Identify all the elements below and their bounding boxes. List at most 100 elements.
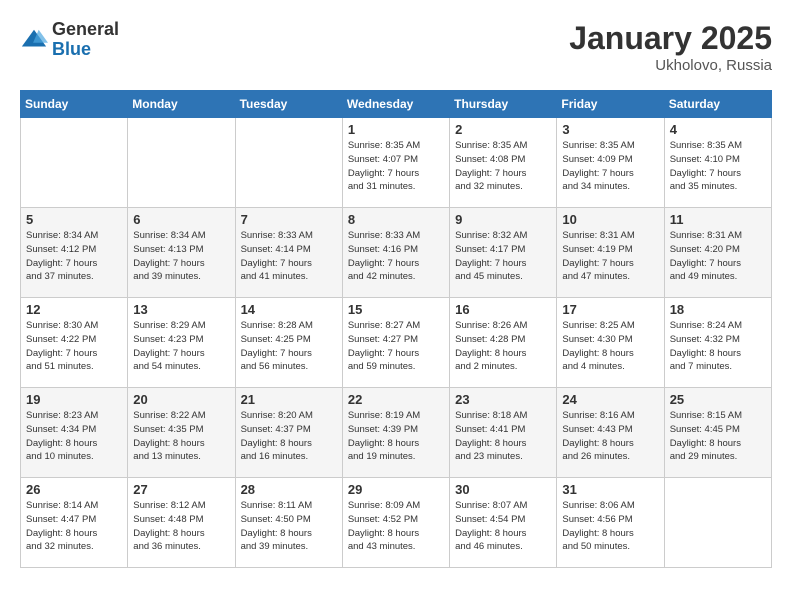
day-number: 25: [670, 392, 766, 407]
logo-general-text: General: [52, 20, 119, 40]
day-number: 16: [455, 302, 551, 317]
calendar-day-cell: 9Sunrise: 8:32 AMSunset: 4:17 PMDaylight…: [450, 208, 557, 298]
calendar-week-row: 26 Sunrise: 8:14 AMSunset: 4:47 PMDayligh…: [21, 478, 772, 568]
day-number: 24: [562, 392, 658, 407]
calendar-day-cell: 1 Sunrise: 8:35 AMSunset: 4:07 PMDaylight…: [342, 118, 449, 208]
calendar-day-cell: 5Sunrise: 8:34 AMSunset: 4:12 PMDaylight…: [21, 208, 128, 298]
day-number: 15: [348, 302, 444, 317]
day-info: Sunrise: 8:25 AMSunset: 4:30 PMDaylight:…: [562, 319, 658, 374]
day-info: Sunrise: 8:23 AMSunset: 4:34 PMDaylight:…: [26, 409, 122, 464]
calendar-week-row: 12Sunrise: 8:30 AMSunset: 4:22 PMDayligh…: [21, 298, 772, 388]
day-info: Sunrise: 8:30 AMSunset: 4:22 PMDaylight:…: [26, 319, 122, 374]
day-info: Sunrise: 8:35 AMSunset: 4:09 PMDaylight:…: [562, 139, 658, 194]
calendar-day-cell: 27 Sunrise: 8:12 AMSunset: 4:48 PMDayligh…: [128, 478, 235, 568]
day-info: Sunrise: 8:35 AMSunset: 4:08 PMDaylight:…: [455, 139, 551, 194]
day-info: Sunrise: 8:35 AMSunset: 4:07 PMDaylight:…: [348, 139, 444, 194]
calendar-day-cell: [664, 478, 771, 568]
calendar-day-cell: 24Sunrise: 8:16 AMSunset: 4:43 PMDayligh…: [557, 388, 664, 478]
calendar-day-cell: 6 Sunrise: 8:34 AMSunset: 4:13 PMDaylight…: [128, 208, 235, 298]
calendar-day-header: Saturday: [664, 91, 771, 118]
day-info: Sunrise: 8:34 AMSunset: 4:13 PMDaylight:…: [133, 229, 229, 284]
title-block: January 2025 Ukholovo, Russia: [569, 20, 772, 74]
day-info: Sunrise: 8:11 AMSunset: 4:50 PMDaylight:…: [241, 499, 337, 554]
calendar-day-cell: 15 Sunrise: 8:27 AMSunset: 4:27 PMDayligh…: [342, 298, 449, 388]
calendar-day-cell: 10Sunrise: 8:31 AMSunset: 4:19 PMDayligh…: [557, 208, 664, 298]
day-number: 8: [348, 212, 444, 227]
day-info: Sunrise: 8:28 AMSunset: 4:25 PMDaylight:…: [241, 319, 337, 374]
month-title: January 2025: [569, 20, 772, 57]
calendar-day-cell: 14 Sunrise: 8:28 AMSunset: 4:25 PMDayligh…: [235, 298, 342, 388]
day-number: 1: [348, 122, 444, 137]
calendar-day-cell: 18 Sunrise: 8:24 AMSunset: 4:32 PMDayligh…: [664, 298, 771, 388]
calendar-day-cell: 29Sunrise: 8:09 AMSunset: 4:52 PMDayligh…: [342, 478, 449, 568]
calendar-day-cell: 21 Sunrise: 8:20 AMSunset: 4:37 PMDayligh…: [235, 388, 342, 478]
calendar-day-cell: 22Sunrise: 8:19 AMSunset: 4:39 PMDayligh…: [342, 388, 449, 478]
calendar-day-cell: 25 Sunrise: 8:15 AMSunset: 4:45 PMDayligh…: [664, 388, 771, 478]
calendar-day-cell: 30 Sunrise: 8:07 AMSunset: 4:54 PMDayligh…: [450, 478, 557, 568]
day-info: Sunrise: 8:07 AMSunset: 4:54 PMDaylight:…: [455, 499, 551, 554]
day-info: Sunrise: 8:24 AMSunset: 4:32 PMDaylight:…: [670, 319, 766, 374]
day-info: Sunrise: 8:32 AMSunset: 4:17 PMDaylight:…: [455, 229, 551, 284]
calendar-day-cell: [21, 118, 128, 208]
day-info: Sunrise: 8:34 AMSunset: 4:12 PMDaylight:…: [26, 229, 122, 284]
day-number: 19: [26, 392, 122, 407]
day-number: 27: [133, 482, 229, 497]
calendar-header-row: SundayMondayTuesdayWednesdayThursdayFrid…: [21, 91, 772, 118]
page-header: General Blue January 2025 Ukholovo, Russ…: [20, 20, 772, 74]
day-info: Sunrise: 8:19 AMSunset: 4:39 PMDaylight:…: [348, 409, 444, 464]
day-number: 2: [455, 122, 551, 137]
calendar-day-header: Thursday: [450, 91, 557, 118]
day-number: 30: [455, 482, 551, 497]
day-number: 28: [241, 482, 337, 497]
day-info: Sunrise: 8:27 AMSunset: 4:27 PMDaylight:…: [348, 319, 444, 374]
calendar-day-cell: 13 Sunrise: 8:29 AMSunset: 4:23 PMDayligh…: [128, 298, 235, 388]
day-info: Sunrise: 8:20 AMSunset: 4:37 PMDaylight:…: [241, 409, 337, 464]
day-number: 10: [562, 212, 658, 227]
calendar-day-cell: 16 Sunrise: 8:26 AMSunset: 4:28 PMDayligh…: [450, 298, 557, 388]
calendar-day-cell: 8 Sunrise: 8:33 AMSunset: 4:16 PMDaylight…: [342, 208, 449, 298]
day-info: Sunrise: 8:29 AMSunset: 4:23 PMDaylight:…: [133, 319, 229, 374]
day-number: 4: [670, 122, 766, 137]
day-number: 26: [26, 482, 122, 497]
calendar-day-cell: [128, 118, 235, 208]
day-info: Sunrise: 8:35 AMSunset: 4:10 PMDaylight:…: [670, 139, 766, 194]
day-info: Sunrise: 8:26 AMSunset: 4:28 PMDaylight:…: [455, 319, 551, 374]
calendar-day-header: Sunday: [21, 91, 128, 118]
calendar-day-header: Wednesday: [342, 91, 449, 118]
day-info: Sunrise: 8:09 AMSunset: 4:52 PMDaylight:…: [348, 499, 444, 554]
calendar-week-row: 19 Sunrise: 8:23 AMSunset: 4:34 PMDayligh…: [21, 388, 772, 478]
location-subtitle: Ukholovo, Russia: [569, 57, 772, 74]
day-number: 13: [133, 302, 229, 317]
day-info: Sunrise: 8:22 AMSunset: 4:35 PMDaylight:…: [133, 409, 229, 464]
day-number: 17: [562, 302, 658, 317]
day-number: 3: [562, 122, 658, 137]
day-number: 23: [455, 392, 551, 407]
calendar-day-cell: 17 Sunrise: 8:25 AMSunset: 4:30 PMDayligh…: [557, 298, 664, 388]
calendar-day-cell: 12Sunrise: 8:30 AMSunset: 4:22 PMDayligh…: [21, 298, 128, 388]
day-info: Sunrise: 8:14 AMSunset: 4:47 PMDaylight:…: [26, 499, 122, 554]
day-number: 21: [241, 392, 337, 407]
day-number: 11: [670, 212, 766, 227]
day-info: Sunrise: 8:33 AMSunset: 4:16 PMDaylight:…: [348, 229, 444, 284]
calendar-day-header: Tuesday: [235, 91, 342, 118]
calendar-day-cell: 31 Sunrise: 8:06 AMSunset: 4:56 PMDayligh…: [557, 478, 664, 568]
day-info: Sunrise: 8:18 AMSunset: 4:41 PMDaylight:…: [455, 409, 551, 464]
day-number: 14: [241, 302, 337, 317]
day-info: Sunrise: 8:06 AMSunset: 4:56 PMDaylight:…: [562, 499, 658, 554]
calendar-day-header: Friday: [557, 91, 664, 118]
calendar-week-row: 1 Sunrise: 8:35 AMSunset: 4:07 PMDaylight…: [21, 118, 772, 208]
day-info: Sunrise: 8:31 AMSunset: 4:20 PMDaylight:…: [670, 229, 766, 284]
calendar-table: SundayMondayTuesdayWednesdayThursdayFrid…: [20, 90, 772, 568]
logo-blue-text: Blue: [52, 40, 119, 60]
day-info: Sunrise: 8:33 AMSunset: 4:14 PMDaylight:…: [241, 229, 337, 284]
calendar-body: 1 Sunrise: 8:35 AMSunset: 4:07 PMDaylight…: [21, 118, 772, 568]
day-info: Sunrise: 8:12 AMSunset: 4:48 PMDaylight:…: [133, 499, 229, 554]
calendar-day-cell: 2 Sunrise: 8:35 AMSunset: 4:08 PMDaylight…: [450, 118, 557, 208]
day-number: 6: [133, 212, 229, 227]
day-number: 18: [670, 302, 766, 317]
calendar-day-cell: 23 Sunrise: 8:18 AMSunset: 4:41 PMDayligh…: [450, 388, 557, 478]
calendar-day-cell: 7Sunrise: 8:33 AMSunset: 4:14 PMDaylight…: [235, 208, 342, 298]
day-number: 31: [562, 482, 658, 497]
calendar-day-cell: 20Sunrise: 8:22 AMSunset: 4:35 PMDayligh…: [128, 388, 235, 478]
day-info: Sunrise: 8:15 AMSunset: 4:45 PMDaylight:…: [670, 409, 766, 464]
